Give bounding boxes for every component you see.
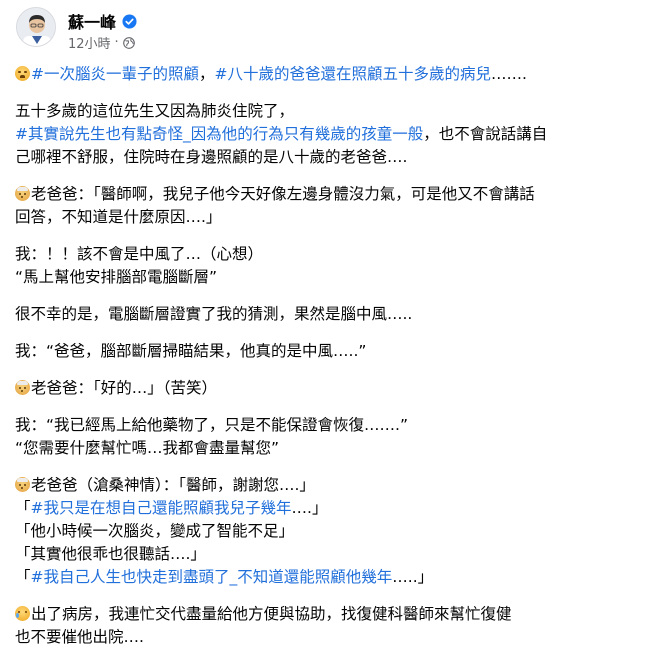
post-body: #一次腦炎一輩子的照顧，#八十歲的爸爸還在照顧五十多歲的病兒……. 五十多歲的這… [15, 63, 655, 663]
post-paragraph: 我：“爸爸，腦部斷層掃瞄結果，他真的是中風…..” [15, 342, 367, 360]
post-timestamp[interactable]: 12小時 [68, 33, 111, 52]
hashtag-link[interactable]: #我自己人生也快走到盡頭了_不知道還能照顧他幾年 [31, 568, 393, 586]
avatar[interactable] [16, 7, 56, 47]
sad-tear-emoji [15, 606, 30, 621]
post-paragraph: 老爸爸：「好的…」（苦笑） [15, 377, 655, 400]
globe-icon[interactable] [122, 36, 135, 49]
post-paragraph: 我：！！該不會是中風了…（心想） “馬上幫他安排腦部電腦斷層” [15, 245, 264, 286]
post-paragraph: 很不幸的是，電腦斷層證實了我的猜測，果然是腦中風….. [15, 305, 413, 323]
crying-face-emoji [15, 66, 30, 81]
old-man-emoji [15, 186, 30, 201]
hashtag-link[interactable]: #一次腦炎一輩子的照顧 [31, 65, 199, 83]
hashtag-link[interactable]: #我只是在想自己還能照顧我兒子幾年 [31, 499, 292, 517]
author-name[interactable]: 蘇一峰 [68, 9, 116, 33]
post-paragraph: 我：“我已經馬上給他藥物了，只是不能保證會恢復…….” “您需要什麼幫忙嗎…我都… [15, 416, 408, 457]
avatar-photo [17, 8, 55, 46]
post-paragraph: 老爸爸：「醫師啊，我兒子他今天好像左邊身體沒力氣，可是他又不會講話 回答，不知道… [15, 185, 535, 226]
meta-separator: · [114, 35, 119, 50]
verified-badge-icon [122, 13, 137, 29]
post-paragraph: #一次腦炎一輩子的照顧，#八十歲的爸爸還在照顧五十多歲的病兒……. [15, 63, 655, 86]
old-man-emoji [15, 380, 30, 395]
post-paragraph: 五十多歲的這位先生又因為肺炎住院了， #其實說先生也有點奇怪_因為他的行為只有幾… [15, 102, 548, 166]
hashtag-link[interactable]: #其實說先生也有點奇怪_因為他的行為只有幾歲的孩童一般 [15, 125, 423, 143]
post-paragraph: 老爸爸（滄桑神情）：「醫師，謝謝您….」 「#我只是在想自己還能照顧我兒子幾年…… [15, 476, 434, 586]
hashtag-link[interactable]: #八十歲的爸爸還在照顧五十多歲的病兒 [215, 65, 492, 83]
old-man-emoji [15, 477, 30, 492]
post-paragraph: 出了病房，我連忙交代盡量給他方便與協助，找復健科醫師來幫忙復健 也不要催他出院…… [15, 605, 512, 646]
facebook-post: 蘇一峰 12小時 · #一次腦炎一輩子的照顧，#八十歲的爸爸還在照顧五十多歲的病… [0, 0, 669, 653]
